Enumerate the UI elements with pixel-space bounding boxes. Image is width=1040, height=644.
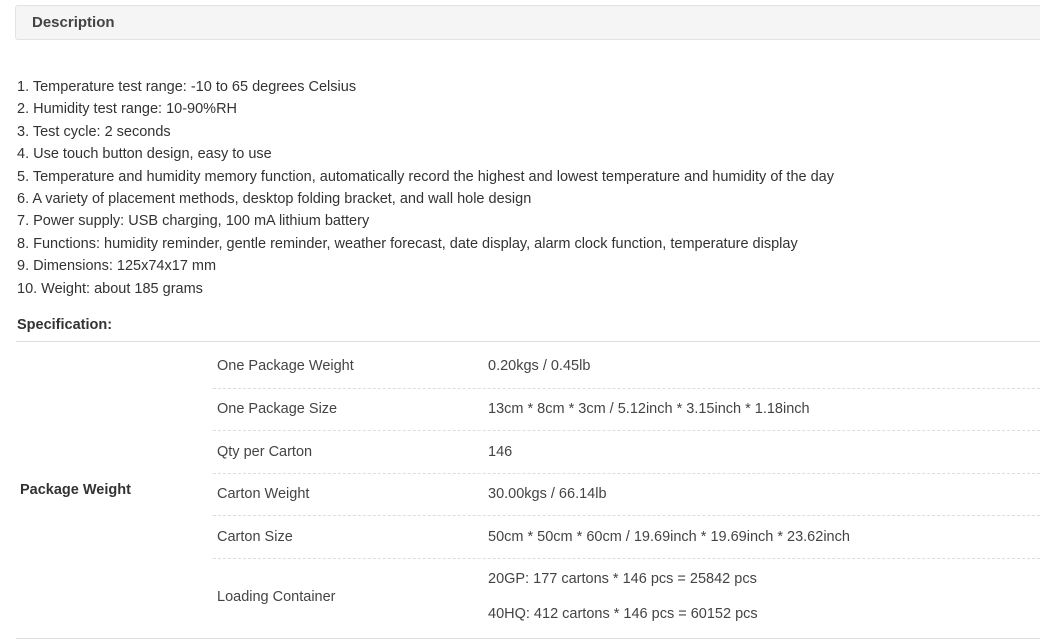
feature-item: 5. Temperature and humidity memory funct… [17, 168, 834, 185]
spec-value: 146 [488, 444, 513, 460]
spec-value: 20GP: 177 cartons * 146 pcs = 25842 pcs [488, 571, 757, 587]
description-tab-header[interactable]: Description [15, 5, 1040, 40]
spec-value: 30.00kgs / 66.14lb [488, 486, 607, 502]
spec-key: Carton Weight [217, 486, 310, 502]
feature-item: 7. Power supply: USB charging, 100 mA li… [17, 213, 370, 230]
spec-row: Carton Weight 30.00kgs / 66.14lb [213, 474, 1040, 516]
feature-list: 1. Temperature test range: -10 to 65 deg… [17, 76, 1037, 300]
spec-key: One Package Size [217, 401, 338, 417]
spec-key: Qty per Carton [217, 444, 313, 460]
product-page: Description 1. Temperature test range: -… [0, 0, 1040, 644]
feature-item: 6. A variety of placement methods, deskt… [17, 191, 532, 208]
spec-table-bottom-border [16, 638, 1040, 639]
spec-key: One Package Weight [217, 358, 354, 374]
feature-item: 3. Test cycle: 2 seconds [17, 123, 171, 140]
spec-table-top-border [16, 341, 1040, 342]
spec-group-label: Package Weight [20, 482, 131, 498]
spec-row: Loading Container 20GP: 177 cartons * 14… [213, 559, 1040, 638]
spec-value: 13cm * 8cm * 3cm / 5.12inch * 3.15inch *… [488, 401, 810, 417]
feature-item: 10. Weight: about 185 grams [17, 280, 203, 297]
feature-item: 4. Use touch button design, easy to use [17, 146, 272, 163]
spec-row: Carton Size 50cm * 50cm * 60cm / 19.69in… [213, 516, 1040, 559]
specification-title: Specification: [17, 317, 113, 333]
spec-value: 50cm * 50cm * 60cm / 19.69inch * 19.69in… [488, 529, 850, 545]
description-title: Description [32, 14, 115, 31]
spec-value: 0.20kgs / 0.45lb [488, 358, 591, 374]
spec-row: One Package Weight 0.20kgs / 0.45lb [213, 345, 1040, 389]
feature-item: 2. Humidity test range: 10-90%RH [17, 101, 238, 118]
spec-row: One Package Size 13cm * 8cm * 3cm / 5.12… [213, 389, 1040, 431]
spec-row: Qty per Carton 146 [213, 431, 1040, 474]
feature-item: 9. Dimensions: 125x74x17 mm [17, 258, 217, 275]
spec-key: Loading Container [217, 589, 336, 605]
spec-value: 40HQ: 412 cartons * 146 pcs = 60152 pcs [488, 606, 758, 622]
spec-key: Carton Size [217, 529, 293, 545]
feature-item: 8. Functions: humidity reminder, gentle … [17, 235, 798, 252]
feature-item: 1. Temperature test range: -10 to 65 deg… [17, 79, 357, 95]
